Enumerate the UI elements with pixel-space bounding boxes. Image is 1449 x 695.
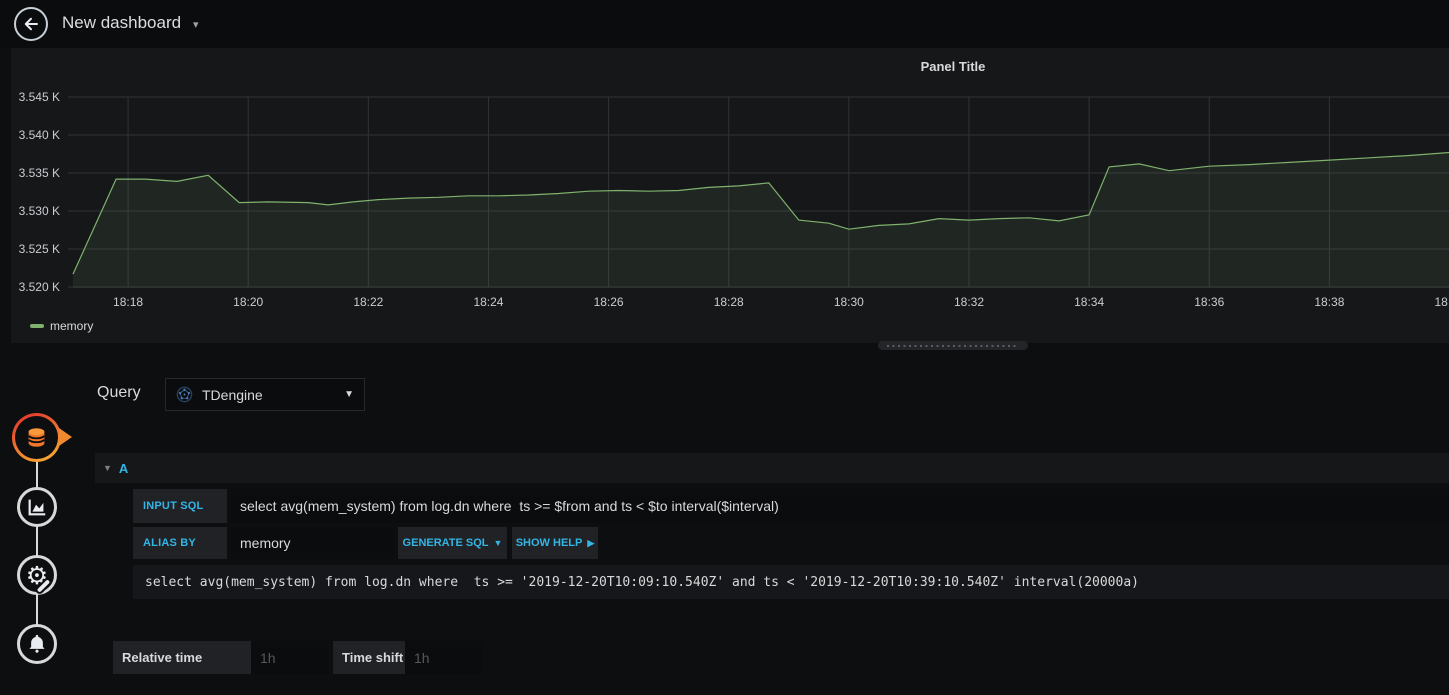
bell-icon [29, 634, 45, 653]
show-help-button[interactable]: SHOW HELP ▶ [512, 527, 598, 559]
datasource-picker[interactable]: TDengine ▼ [165, 378, 365, 411]
back-button[interactable] [14, 7, 48, 41]
alias-by-field[interactable] [231, 527, 393, 559]
svg-text:18:30: 18:30 [834, 295, 864, 309]
svg-text:3.530 K: 3.530 K [19, 204, 60, 218]
database-icon [27, 428, 46, 447]
panel-resize-handle[interactable] [878, 341, 1028, 350]
chevron-down-icon: ▼ [493, 538, 503, 548]
relative-time-field[interactable] [251, 641, 328, 674]
svg-text:18:28: 18:28 [714, 295, 744, 309]
svg-text:18:34: 18:34 [1074, 295, 1104, 309]
panel-title[interactable]: Panel Title [11, 59, 1449, 74]
svg-text:18:38: 18:38 [1314, 295, 1344, 309]
input-sql-label: INPUT SQL [133, 489, 227, 523]
tdengine-logo-icon [176, 386, 193, 403]
collapse-caret-icon[interactable]: ▼ [103, 463, 112, 473]
top-nav: New dashboard ▾ [0, 0, 1449, 48]
svg-text:3.540 K: 3.540 K [19, 128, 60, 142]
svg-text:18:32: 18:32 [954, 295, 984, 309]
generate-sql-label: GENERATE SQL [402, 537, 489, 549]
arrow-left-icon [24, 17, 38, 31]
svg-text:3.545 K: 3.545 K [19, 90, 60, 104]
active-tab-pointer [59, 428, 72, 446]
input-sql-field[interactable] [231, 489, 1449, 523]
svg-text:3.520 K: 3.520 K [19, 280, 60, 294]
query-section-heading: Query [97, 384, 141, 401]
dashboard-title[interactable]: New dashboard [62, 13, 181, 33]
chart-legend: memory [30, 319, 93, 333]
show-help-label: SHOW HELP [515, 537, 583, 549]
time-shift-field[interactable] [405, 641, 483, 674]
area-chart-icon [28, 499, 46, 516]
graph-panel: 3.520 K 3.525 K 3.530 K 3.535 K 3.540 K 3.545… [11, 48, 1449, 350]
tab-general[interactable]: ⚙ [17, 555, 57, 595]
svg-text:18:22: 18:22 [353, 295, 383, 309]
generate-sql-button[interactable]: GENERATE SQL ▼ [398, 527, 507, 559]
tab-connector-line [36, 438, 38, 646]
svg-text:18:26: 18:26 [594, 295, 624, 309]
svg-text:18:36: 18:36 [1194, 295, 1224, 309]
tab-visualization[interactable] [17, 487, 57, 527]
alias-by-label: ALIAS BY [133, 527, 227, 559]
datasource-name: TDengine [202, 386, 263, 403]
chevron-down-icon[interactable]: ▾ [193, 18, 199, 31]
svg-text:18:20: 18:20 [233, 295, 263, 309]
svg-text:3.525 K: 3.525 K [19, 242, 60, 256]
tab-alert[interactable] [17, 624, 57, 664]
resize-dots-icon [887, 344, 1019, 347]
time-shift-label: Time shift [333, 641, 405, 674]
svg-text:18:24: 18:24 [473, 295, 503, 309]
legend-series-label[interactable]: memory [50, 319, 93, 333]
timeseries-chart: 3.520 K 3.525 K 3.530 K 3.535 K 3.540 K 3.545… [19, 90, 1449, 309]
chevron-right-icon: ▶ [587, 537, 595, 548]
grafana-edit-screen: New dashboard ▾ 3.520 K 3.525 K 3.530 K 3.5… [0, 0, 1449, 695]
svg-text:18:18: 18:18 [113, 295, 143, 309]
relative-time-label: Relative time [113, 641, 251, 674]
svg-text:3.535 K: 3.535 K [19, 166, 60, 180]
gear-wrench-icon: ⚙ [26, 563, 51, 593]
tab-queries[interactable] [12, 413, 72, 462]
legend-color-chip [30, 324, 44, 328]
query-ref-id: A [118, 460, 129, 476]
chevron-down-icon: ▼ [344, 389, 354, 400]
query-ref-row[interactable]: ▼ A [95, 453, 1449, 483]
generated-sql-text: select avg(mem_system) from log.dn where… [133, 565, 1449, 599]
svg-text:18:40: 18:40 [1434, 295, 1449, 309]
